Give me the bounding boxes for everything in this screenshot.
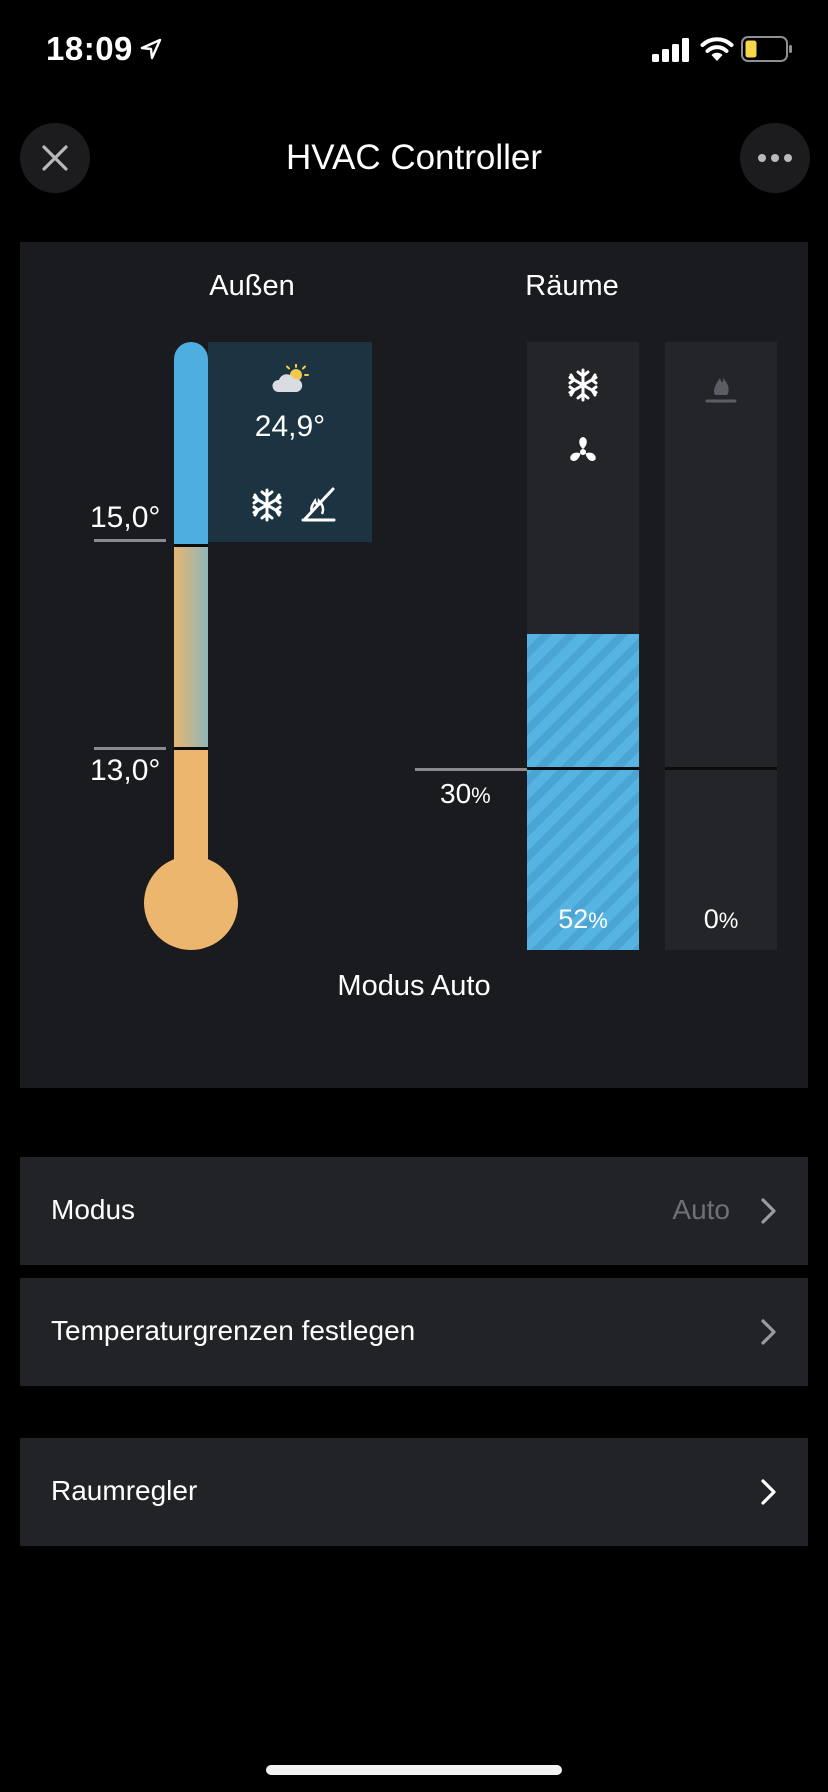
weather-card: 24,9° bbox=[208, 342, 372, 542]
signal-icon bbox=[652, 38, 689, 62]
temperature-limits-label: Temperaturgrenzen festlegen bbox=[51, 1315, 416, 1346]
rooms-title: Räume bbox=[525, 270, 619, 302]
thermometer-cool-segment bbox=[174, 342, 208, 544]
fan-icon bbox=[570, 437, 596, 461]
mode-row[interactable]: Modus Auto bbox=[20, 1157, 808, 1265]
upper-limit-line bbox=[94, 539, 166, 542]
lower-limit-label: 13,0° bbox=[90, 754, 161, 787]
mode-value: Auto bbox=[672, 1194, 730, 1225]
outside-temperature: 24,9° bbox=[254, 410, 326, 443]
status-time: 18:09 bbox=[46, 30, 133, 67]
column-divider bbox=[527, 767, 639, 770]
column-divider bbox=[665, 767, 777, 770]
thermometer-transition-segment bbox=[174, 547, 208, 747]
home-indicator[interactable] bbox=[266, 1765, 562, 1775]
threshold-label: 30% bbox=[440, 778, 491, 809]
heating-level-column bbox=[665, 342, 777, 950]
cooling-percent-label: 52% bbox=[558, 904, 608, 934]
chevron-right-icon bbox=[761, 1198, 776, 1224]
outside-title: Außen bbox=[209, 270, 295, 302]
heating-off-icon bbox=[301, 487, 336, 522]
battery-icon bbox=[741, 36, 792, 62]
cooling-level-fill bbox=[527, 634, 639, 950]
location-arrow-icon bbox=[140, 38, 162, 60]
snowflake-icon bbox=[568, 368, 598, 402]
chevron-right-icon bbox=[761, 1479, 776, 1505]
page-title: HVAC Controller bbox=[285, 138, 543, 177]
room-controller-label: Raumregler bbox=[51, 1475, 198, 1506]
mode-label: Modus bbox=[51, 1194, 136, 1225]
chevron-right-icon bbox=[761, 1319, 776, 1345]
more-button[interactable] bbox=[740, 123, 810, 193]
cooling-level-column bbox=[527, 342, 639, 950]
lower-limit-line bbox=[94, 747, 166, 750]
upper-limit-label: 15,0° bbox=[90, 501, 161, 534]
temperature-limits-row[interactable]: Temperaturgrenzen festlegen bbox=[20, 1278, 808, 1386]
status-bar: 18:09 bbox=[0, 0, 828, 100]
threshold-line bbox=[415, 768, 527, 771]
thermometer-bulb bbox=[144, 856, 238, 950]
mode-status: Modus Auto bbox=[337, 970, 491, 1002]
more-icon bbox=[758, 154, 792, 162]
thermometer-warm-segment bbox=[174, 750, 208, 870]
flame-icon bbox=[705, 378, 737, 403]
hvac-overview-panel: Außen Räume 15,0° 13,0° 24,9° 30% 52% 0%… bbox=[20, 242, 808, 1088]
heating-percent-label: 0% bbox=[703, 904, 739, 934]
room-controller-row[interactable]: Raumregler bbox=[20, 1438, 808, 1546]
wifi-icon bbox=[700, 37, 734, 61]
partly-sunny-icon bbox=[272, 364, 309, 392]
snowflake-icon bbox=[252, 488, 282, 522]
